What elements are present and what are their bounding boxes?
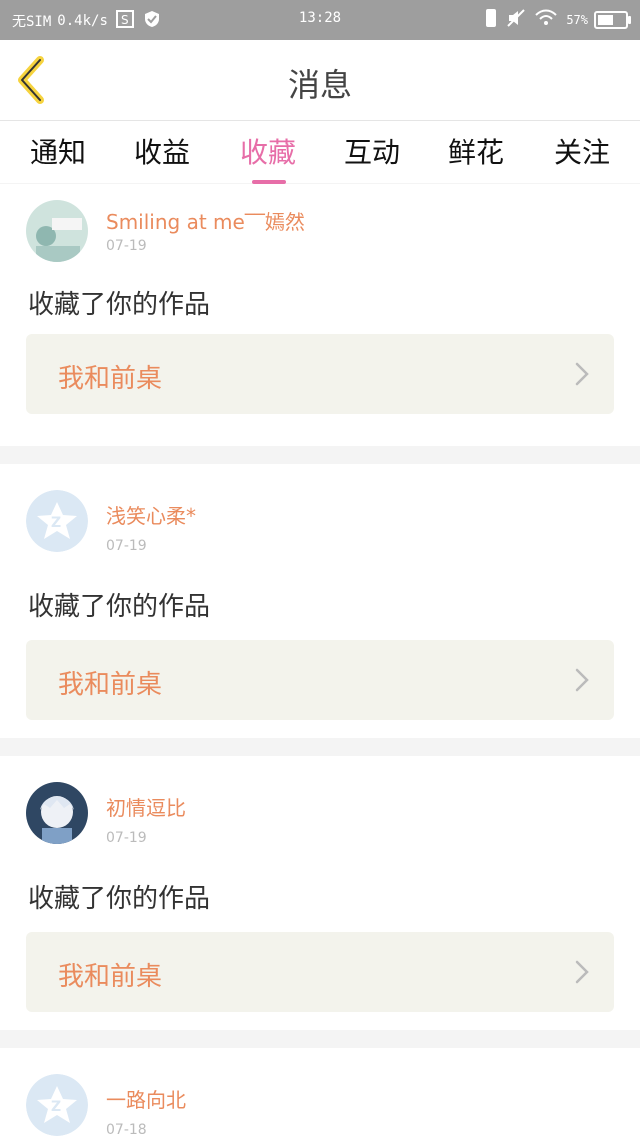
date: 07-19: [106, 238, 147, 254]
page-title: 消息: [287, 66, 352, 104]
username[interactable]: 初情逗比: [106, 792, 186, 821]
default-avatar-icon: Z: [26, 490, 88, 552]
avatar[interactable]: [26, 782, 88, 844]
notification-card: 初情逗比 07-19 收藏了你的作品 我和前桌: [0, 756, 640, 1030]
work-title: 我和前桌: [58, 962, 163, 992]
username[interactable]: 一路向北: [106, 1084, 186, 1113]
action-text: 收藏了你的作品: [28, 290, 211, 320]
tab-bar: 通知 收益 收藏 互动 鲜花 关注: [0, 121, 640, 183]
tab-notifications[interactable]: 通知: [8, 131, 108, 171]
avatar[interactable]: [26, 200, 88, 262]
avatar[interactable]: Z: [26, 1074, 88, 1136]
avatar[interactable]: Z: [26, 490, 88, 552]
svg-text:Z: Z: [51, 515, 61, 531]
chevron-right-icon: [575, 668, 589, 692]
svg-text:Z: Z: [51, 1099, 61, 1115]
status-right: 57%: [476, 8, 631, 32]
chevron-right-icon: [575, 960, 589, 984]
username[interactable]: Smiling at me‾‾嫣然: [106, 206, 305, 235]
tab-flowers[interactable]: 鲜花: [426, 131, 526, 171]
date: 07-19: [106, 830, 147, 846]
notification-card: Smiling at me‾‾嫣然 07-19 收藏了你的作品 我和前桌: [0, 184, 640, 446]
vibrate-icon: [484, 8, 498, 32]
photo-avatar: [26, 200, 88, 262]
work-link[interactable]: 我和前桌: [26, 640, 614, 720]
status-bar: 无SIM 0.4k/s S 13:28 57%: [0, 0, 640, 40]
username[interactable]: 浅笑心柔*: [106, 500, 196, 529]
battery-fill: [598, 15, 613, 25]
tab-follows[interactable]: 关注: [532, 131, 632, 171]
default-avatar-icon: Z: [26, 1074, 88, 1136]
tab-earnings[interactable]: 收益: [112, 131, 212, 171]
tab-favorites[interactable]: 收藏: [218, 131, 318, 171]
work-title: 我和前桌: [58, 670, 163, 700]
work-title: 我和前桌: [58, 364, 163, 394]
notification-card: Z 浅笑心柔* 07-19 收藏了你的作品 我和前桌: [0, 464, 640, 738]
battery-percent: 57%: [566, 13, 588, 27]
battery-icon: [594, 11, 631, 29]
date: 07-19: [106, 538, 147, 554]
anime-avatar: [26, 782, 88, 844]
notification-card: Z 一路向北 07-18: [0, 1048, 640, 1138]
chevron-right-icon: [575, 362, 589, 386]
mute-icon: [506, 8, 526, 32]
wifi-icon: [534, 8, 558, 32]
date: 07-18: [106, 1122, 147, 1138]
action-text: 收藏了你的作品: [28, 884, 211, 914]
nav-bar: 消息: [0, 40, 640, 121]
tab-interactions[interactable]: 互动: [322, 131, 422, 171]
work-link[interactable]: 我和前桌: [26, 334, 614, 414]
action-text: 收藏了你的作品: [28, 592, 211, 622]
work-link[interactable]: 我和前桌: [26, 932, 614, 1012]
